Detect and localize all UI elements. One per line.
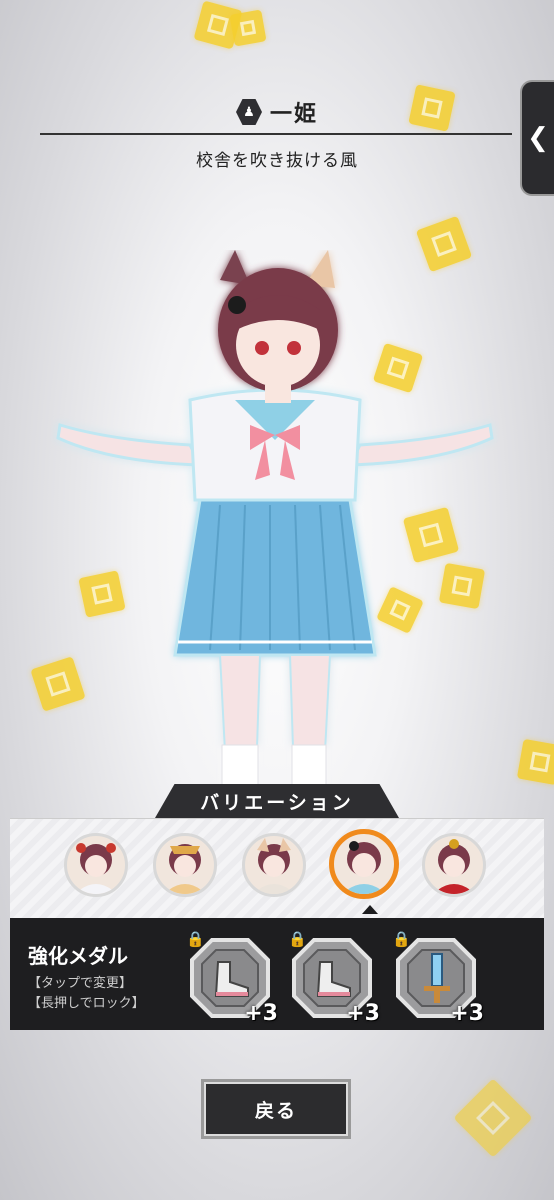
enhancement-medal-panel: 強化メダル 【タップで変更】 【長押しでロック】 🔒 +3 🔒 +3 🔒 +3: [10, 918, 544, 1030]
character-class-icon: ♟: [235, 99, 262, 125]
avatar-portrait: [253, 838, 295, 894]
lock-icon: 🔒: [186, 930, 205, 948]
medal-slot-3[interactable]: 🔒 +3: [392, 930, 484, 1026]
medal-title: 強化メダル: [28, 944, 128, 968]
medal-hint-hold: 【長押しでロック】: [28, 996, 145, 1011]
header-divider: [40, 133, 512, 135]
variation-avatar-5[interactable]: [422, 833, 486, 897]
side-tab-toggle[interactable]: ❮: [520, 80, 554, 196]
medal-level: +3: [450, 1001, 484, 1026]
selection-pointer: [362, 905, 378, 914]
avatar-portrait: [342, 841, 386, 894]
avatar-portrait: [164, 844, 206, 894]
medal-level: +3: [346, 1001, 380, 1026]
character-name: 一姫: [269, 102, 318, 127]
decor-card: [453, 1078, 533, 1158]
avatar-portrait: [433, 839, 475, 894]
back-button[interactable]: 戻る: [201, 1079, 351, 1139]
character-name-row: ♟ 一姫: [0, 92, 554, 132]
variation-strip: [10, 818, 544, 919]
chevron-left-icon: ❮: [527, 123, 549, 153]
variation-avatar-3[interactable]: [242, 833, 306, 897]
decor-card: [229, 9, 267, 47]
medal-slot-2[interactable]: 🔒 +3: [288, 930, 380, 1026]
medal-hint-tap: 【タップで変更】: [28, 976, 133, 991]
lock-icon: 🔒: [288, 930, 307, 948]
decor-card: [516, 738, 554, 786]
costume-title: 校舎を吹き抜ける風: [196, 151, 358, 171]
variation-avatar-4-selected[interactable]: [329, 829, 399, 899]
lock-icon: 🔒: [392, 930, 411, 948]
medal-slot-1[interactable]: 🔒 +3: [186, 930, 278, 1026]
avatar-portrait: [75, 843, 117, 894]
variation-avatar-1[interactable]: [64, 833, 128, 897]
variation-header: バリエーション: [155, 784, 399, 818]
medal-level: +3: [244, 1001, 278, 1026]
variation-avatar-2[interactable]: [153, 833, 217, 897]
